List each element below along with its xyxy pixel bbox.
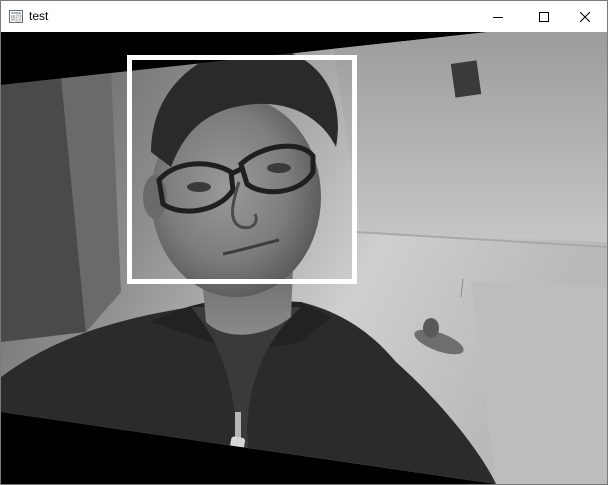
title-bar[interactable]: test: [1, 1, 607, 32]
minimize-icon: [493, 16, 503, 18]
close-button[interactable]: [562, 1, 608, 32]
window-app-icon: [9, 10, 23, 23]
close-icon: [580, 11, 590, 22]
maximize-icon: [539, 11, 549, 22]
image-canvas: [1, 32, 607, 484]
app-window: test: [0, 0, 608, 485]
window-title: test: [29, 9, 49, 23]
face-detection-box: [127, 55, 357, 284]
maximize-button[interactable]: [521, 1, 567, 32]
minimize-button[interactable]: [475, 1, 521, 32]
